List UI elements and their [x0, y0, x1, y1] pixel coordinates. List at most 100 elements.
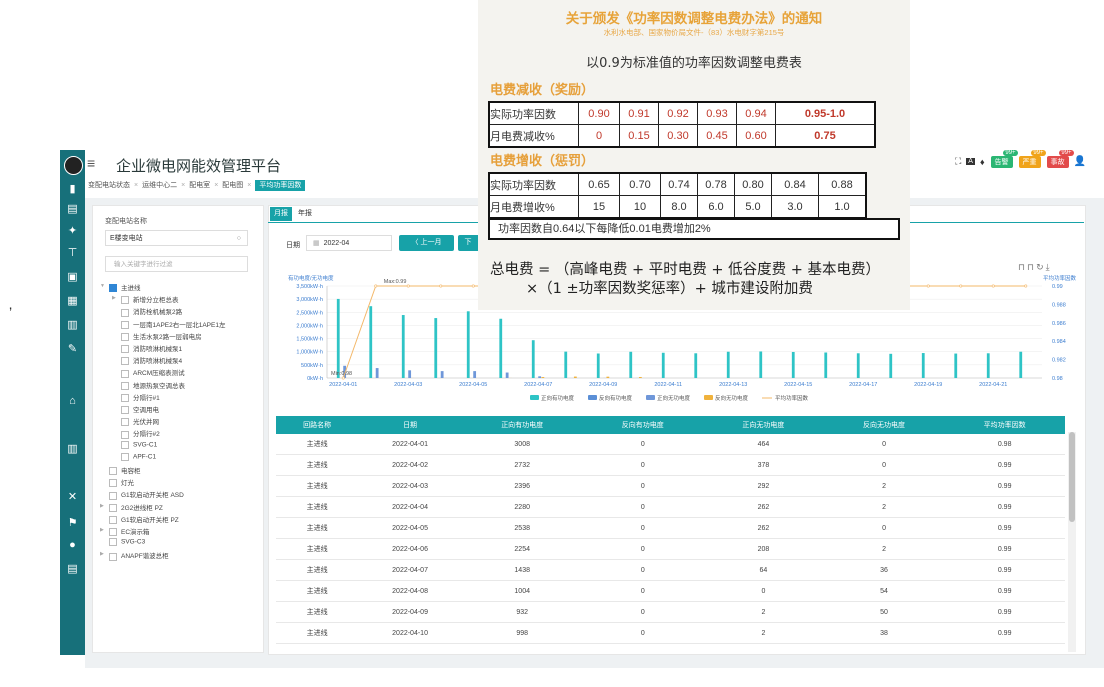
crumb-tab-1[interactable]: 运维中心二 — [142, 182, 177, 189]
tree-node[interactable]: ARCM压缩表测试 — [121, 367, 185, 378]
search-icon[interactable]: ○ — [237, 231, 241, 247]
tree-node[interactable]: 灯光 — [109, 477, 134, 488]
table-row[interactable]: 主进线 2022-04-05 2538 0 262 0 0.99 — [276, 517, 1065, 539]
expand-arrow-icon[interactable]: ▶ — [100, 527, 104, 533]
tab-year[interactable]: 年报 — [298, 207, 312, 221]
list-icon[interactable]: ▤ — [60, 562, 85, 576]
expand-arrow-icon[interactable]: ▶ — [100, 503, 104, 509]
tree-checkbox[interactable] — [109, 503, 117, 512]
legend-label[interactable]: 反向有功电度 — [599, 394, 633, 402]
report-icon[interactable]: ▣ — [60, 270, 85, 284]
tree-node[interactable]: ▶ ANAPF谐波总柜 — [100, 550, 169, 561]
tree-filter-input[interactable]: 输入关键字进行过滤 — [105, 256, 248, 272]
legend-swatch[interactable] — [530, 395, 539, 400]
tree-node[interactable]: ▶ 新增分立柜总表 — [112, 294, 179, 305]
column-header[interactable]: 反向有功电度 — [582, 416, 704, 434]
crumb-tab-3[interactable]: 配电图 — [222, 182, 243, 189]
table-row[interactable]: 主进线 2022-04-02 2732 0 378 0 0.99 — [276, 454, 1065, 476]
tree-checkbox[interactable] — [109, 467, 117, 476]
tree-checkbox[interactable] — [121, 381, 129, 390]
settings-icon[interactable]: ✦ — [60, 224, 85, 238]
tree-checkbox[interactable] — [121, 296, 129, 305]
tree-node[interactable]: 生活水泵2路一层弱电房 — [121, 331, 202, 342]
tree-checkbox[interactable] — [109, 538, 117, 547]
skin-icon[interactable]: ♦ — [980, 157, 985, 167]
tree-checkbox[interactable] — [121, 308, 129, 317]
tree-node[interactable]: 一层南1APE2右一层北1APE1左 — [121, 319, 225, 329]
tree-node[interactable]: ▶ EC演示箱 — [100, 526, 150, 537]
tree-checkbox[interactable] — [121, 406, 129, 415]
tree-checkbox[interactable] — [109, 491, 117, 500]
table-row[interactable]: 主进线 2022-04-08 1004 0 0 54 0.99 — [276, 580, 1065, 602]
tree-checkbox[interactable] — [121, 333, 129, 342]
table-row[interactable]: 主进线 2022-04-10 998 0 2 38 0.99 — [276, 622, 1065, 644]
language-icon[interactable]: A — [966, 158, 975, 166]
tree-node[interactable]: 光伏并网 — [121, 416, 159, 427]
alarm-badge-1[interactable]: 严重 99+ — [1018, 149, 1046, 168]
menu-toggle-icon[interactable]: ≡ — [87, 155, 95, 171]
tree-checkbox[interactable] — [109, 516, 117, 525]
tree-node[interactable]: APF-C1 — [121, 452, 156, 461]
tree-checkbox[interactable] — [109, 479, 117, 488]
tree-node[interactable]: SVG-C3 — [109, 538, 145, 547]
fullscreen-icon[interactable]: ⛶ — [955, 156, 961, 167]
tree-node[interactable]: SVG-C1 — [121, 440, 157, 449]
tree-checkbox[interactable] — [121, 418, 129, 427]
tree-node[interactable]: ▼ 主进线 — [100, 282, 141, 293]
legend-swatch[interactable] — [646, 395, 655, 400]
tree-node[interactable]: 消防栓机械泵2路 — [121, 306, 182, 317]
grid-icon[interactable]: ▦ — [60, 294, 85, 308]
tree-checkbox[interactable] — [121, 320, 129, 329]
legend-swatch[interactable] — [588, 395, 597, 400]
tree-checkbox[interactable] — [121, 394, 129, 403]
crumb-close-icon[interactable]: × — [247, 182, 251, 189]
legend-label[interactable]: 正向无功电度 — [657, 394, 691, 402]
meter-icon[interactable]: ⊤ — [60, 246, 85, 260]
tree-node[interactable]: 空调用电 — [121, 404, 159, 415]
tools-icon[interactable]: ✕ — [60, 490, 85, 504]
month-picker[interactable]: ▦ 2022-04 — [306, 235, 392, 251]
column-header[interactable]: 正向无功电度 — [703, 416, 824, 434]
document-icon[interactable]: ▤ — [60, 202, 85, 216]
monitor-icon[interactable]: ▥ — [60, 318, 85, 332]
column-header[interactable]: 回路名称 — [276, 416, 359, 434]
table-row[interactable]: 主进线 2022-04-03 2396 0 292 2 0.99 — [276, 475, 1065, 497]
edit-icon[interactable]: ✎ — [60, 342, 85, 356]
tree-node[interactable]: 电容柜 — [109, 465, 141, 476]
column-header[interactable]: 日期 — [358, 416, 462, 434]
tree-checkbox[interactable] — [121, 430, 129, 439]
tree-checkbox[interactable] — [121, 440, 129, 449]
prev-month-button[interactable]: 〈 上一月 — [399, 235, 454, 251]
station-select[interactable]: E楼变电站 ○ — [105, 230, 248, 246]
next-month-button[interactable]: 下 — [458, 235, 478, 251]
tree-checkbox[interactable] — [109, 284, 117, 293]
alarm-badge-2[interactable]: 事故 99+ — [1046, 149, 1074, 168]
table-row[interactable]: 主进线 2022-04-09 932 0 2 50 0.99 — [276, 601, 1065, 623]
table-row[interactable]: 主进线 2022-04-06 2254 0 208 2 0.99 — [276, 538, 1065, 560]
tree-checkbox[interactable] — [121, 369, 129, 378]
expand-arrow-icon[interactable]: ▶ — [112, 295, 116, 301]
tree-node[interactable]: 消防喷淋机械泵1 — [121, 343, 182, 354]
tree-checkbox[interactable] — [121, 452, 129, 461]
crumb-tab-2[interactable]: 配电室 — [189, 182, 210, 189]
legend-label[interactable]: 正向有功电度 — [541, 394, 575, 402]
column-header[interactable]: 反向无功电度 — [823, 416, 945, 434]
legend-swatch[interactable] — [704, 395, 713, 400]
crumb-tab-4[interactable]: 平均功率因数 — [255, 180, 306, 191]
home-icon[interactable]: ⌂ — [60, 394, 85, 408]
chart-bar-icon[interactable]: ▮ — [60, 182, 85, 196]
table-scrollbar-thumb[interactable] — [1069, 432, 1075, 522]
tree-node[interactable]: 分隔行#2 — [121, 428, 160, 439]
tree-node[interactable]: G1软启动开关柜 ASD — [109, 489, 184, 500]
crumb-close-icon[interactable]: × — [214, 182, 218, 189]
tree-checkbox[interactable] — [121, 357, 129, 366]
table-row[interactable]: 主进线 2022-04-01 3008 0 464 0 0.98 — [276, 434, 1065, 455]
legend-label[interactable]: 平均功率因数 — [775, 394, 809, 402]
tree-checkbox[interactable] — [109, 552, 117, 561]
user-icon[interactable]: 👤 — [1074, 156, 1086, 167]
tree-node[interactable]: ▶ 2G2进线柜 PZ — [100, 502, 163, 512]
tab-month[interactable]: 月报 — [270, 207, 292, 221]
tree-checkbox[interactable] — [121, 345, 129, 354]
tree-node[interactable]: 消防喷淋机械泵4 — [121, 355, 182, 366]
tree-node[interactable]: G1软启动开关柜 PZ — [109, 514, 179, 525]
